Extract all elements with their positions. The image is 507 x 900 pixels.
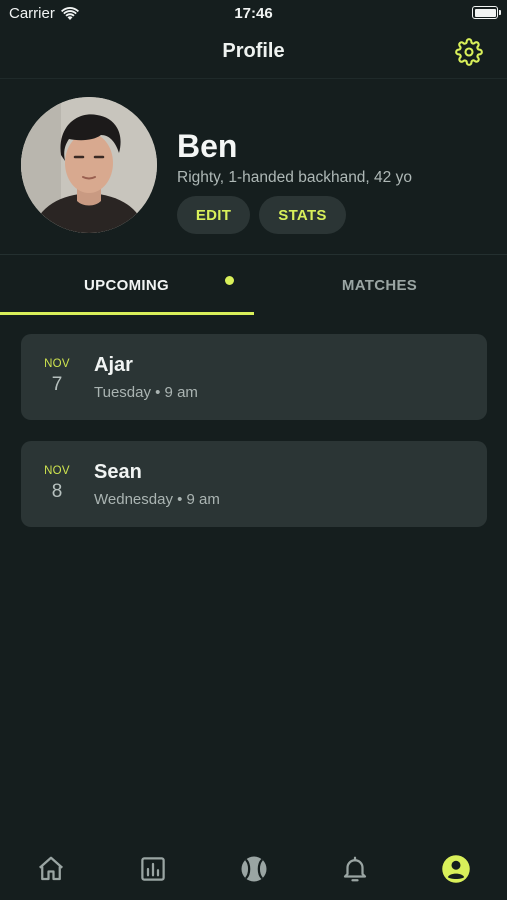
tennis-ball-icon[interactable]: [239, 854, 269, 884]
tab-matches-label: MATCHES: [341, 276, 418, 294]
battery-icon: [472, 6, 501, 19]
tab-upcoming[interactable]: UPCOMING: [0, 255, 253, 315]
profile-description: Righty, 1-handed backhand, 42 yo: [177, 169, 412, 186]
active-tab-indicator: [0, 312, 254, 315]
status-bar: Carrier 17:46: [0, 0, 507, 28]
stats-icon[interactable]: [138, 854, 168, 884]
match-time: Tuesday • 9 am: [94, 384, 198, 401]
match-time: Wednesday • 9 am: [94, 491, 220, 508]
notification-dot: [225, 276, 234, 285]
avatar: [21, 97, 157, 233]
match-day: 8: [51, 481, 63, 502]
profile-icon[interactable]: [441, 854, 471, 884]
bell-icon[interactable]: [340, 854, 370, 884]
edit-button[interactable]: EDIT: [177, 196, 250, 234]
match-card[interactable]: NOV 7 Ajar Tuesday • 9 am: [21, 334, 487, 420]
profile-header: Ben Righty, 1-handed backhand, 42 yo EDI…: [0, 78, 507, 254]
match-month: NOV: [44, 465, 70, 477]
opponent-name: Ajar: [94, 354, 133, 376]
match-month: NOV: [44, 358, 70, 370]
page-title: Profile: [222, 40, 285, 62]
tab-upcoming-label: UPCOMING: [84, 276, 169, 294]
tab-matches[interactable]: MATCHES: [253, 255, 506, 315]
navigation-bar: Profile: [0, 28, 507, 79]
opponent-name: Sean: [94, 461, 142, 483]
home-icon[interactable]: [36, 854, 66, 884]
settings-button[interactable]: [455, 38, 483, 66]
stats-button[interactable]: STATS: [259, 196, 346, 234]
tab-bar: UPCOMING MATCHES: [0, 254, 507, 315]
status-time: 17:46: [234, 5, 273, 22]
profile-name: Ben: [177, 128, 238, 164]
match-card[interactable]: NOV 8 Sean Wednesday • 9 am: [21, 441, 487, 527]
match-day: 7: [51, 374, 63, 395]
gear-icon: [455, 38, 483, 66]
bottom-tab-bar: [0, 840, 507, 900]
